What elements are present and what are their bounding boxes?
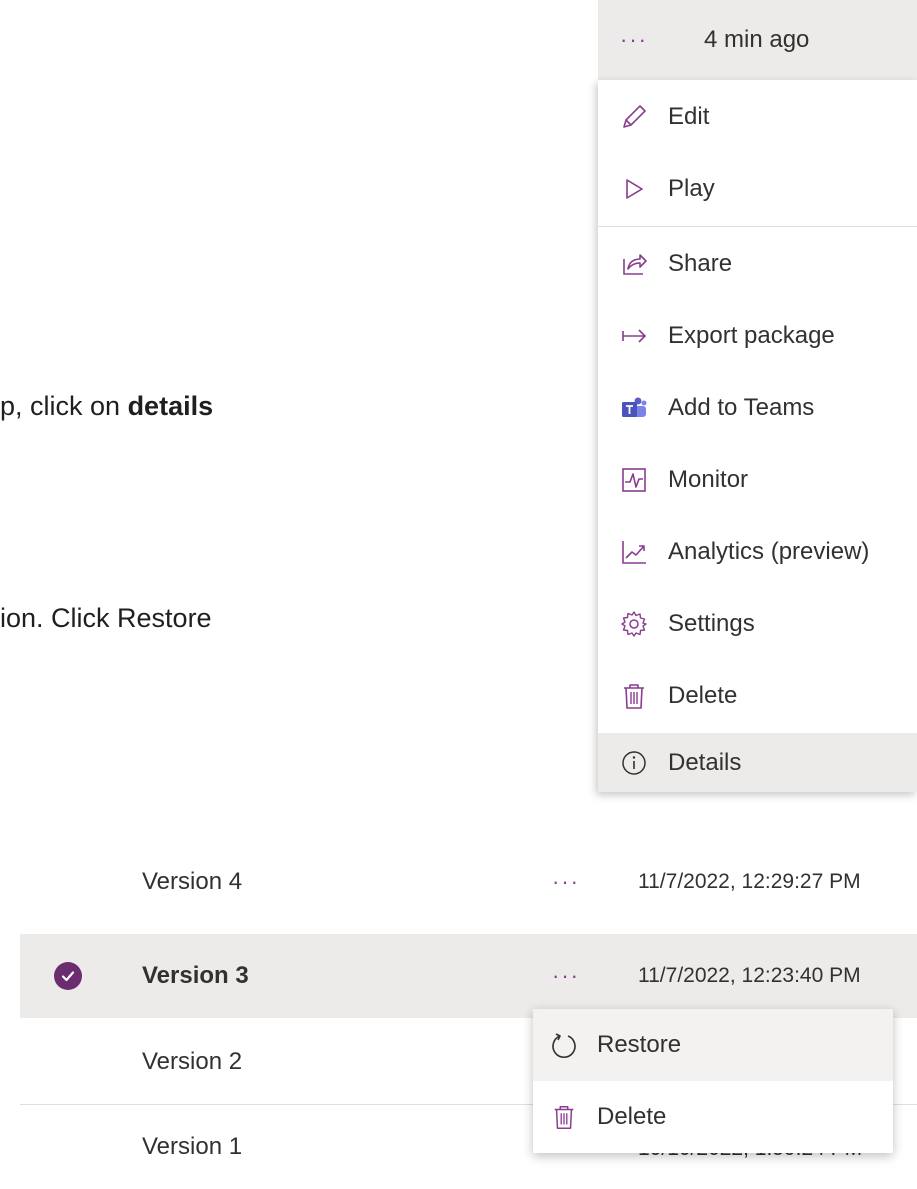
menu-item-restore[interactable]: Restore: [533, 1009, 893, 1081]
version-context-menu: Restore Delete: [533, 1009, 893, 1153]
play-icon: [618, 173, 650, 205]
menu-divider: [598, 226, 917, 227]
version-name: Version 4: [142, 868, 243, 895]
share-icon: [618, 248, 650, 280]
menu-item-export-package[interactable]: Export package: [598, 301, 917, 371]
instruction-bold-text: details: [127, 391, 214, 421]
menu-item-details[interactable]: Details: [598, 733, 917, 792]
version-name: Version 1: [142, 1133, 243, 1160]
restore-icon: [549, 1030, 579, 1060]
menu-item-label: Delete: [597, 1103, 667, 1130]
version-name: Version 3: [142, 962, 249, 989]
menu-item-label: Restore: [597, 1031, 682, 1058]
menu-item-label: Settings: [668, 610, 755, 637]
menu-item-settings[interactable]: Settings: [598, 589, 917, 659]
teams-icon: [618, 392, 650, 424]
analytics-icon: [618, 536, 650, 568]
selected-check-icon[interactable]: [54, 962, 82, 990]
menu-item-label: Analytics (preview): [668, 538, 870, 565]
menu-item-share[interactable]: Share: [598, 229, 917, 299]
app-context-menu: Edit Play Share Export package Add to Te…: [598, 80, 917, 792]
more-options-button[interactable]: ···: [552, 869, 580, 895]
menu-item-analytics[interactable]: Analytics (preview): [598, 517, 917, 587]
version-date: 11/7/2022, 12:23:40 PM: [638, 964, 861, 987]
trash-icon: [549, 1102, 579, 1132]
pencil-icon: [618, 101, 650, 133]
trash-icon: [618, 680, 650, 712]
menu-item-monitor[interactable]: Monitor: [598, 445, 917, 515]
info-icon: [618, 747, 650, 779]
menu-item-delete-version[interactable]: Delete: [533, 1081, 893, 1153]
menu-item-label: Share: [668, 250, 733, 277]
more-options-button[interactable]: ···: [620, 29, 660, 51]
menu-item-label: Monitor: [668, 466, 749, 493]
instruction-line-1: p, click on details: [0, 391, 213, 422]
menu-item-label: Details: [668, 748, 742, 776]
more-options-button[interactable]: ···: [552, 963, 580, 989]
instruction-text: p, click on: [0, 391, 128, 421]
instruction-line-2: ion. Click Restore: [0, 603, 212, 633]
app-row-header: ··· 4 min ago: [598, 0, 917, 80]
menu-item-label: Play: [668, 175, 715, 202]
menu-item-play[interactable]: Play: [598, 154, 917, 224]
menu-item-label: Delete: [668, 682, 738, 709]
gear-icon: [618, 608, 650, 640]
menu-item-add-to-teams[interactable]: Add to Teams: [598, 373, 917, 443]
menu-item-label: Add to Teams: [668, 394, 815, 421]
version-row-selected[interactable]: Version 3 ··· 11/7/2022, 12:23:40 PM: [20, 934, 917, 1018]
menu-item-delete[interactable]: Delete: [598, 661, 917, 731]
version-date: 11/7/2022, 12:29:27 PM: [638, 870, 861, 893]
version-row[interactable]: Version 4 ··· 11/7/2022, 12:29:27 PM: [0, 840, 917, 924]
modified-time: 4 min ago: [704, 26, 810, 53]
menu-item-edit[interactable]: Edit: [598, 82, 917, 152]
monitor-icon: [618, 464, 650, 496]
menu-item-label: Export package: [668, 322, 835, 349]
version-name: Version 2: [142, 1048, 243, 1075]
export-arrow-icon: [618, 320, 650, 352]
menu-item-label: Edit: [668, 103, 710, 130]
